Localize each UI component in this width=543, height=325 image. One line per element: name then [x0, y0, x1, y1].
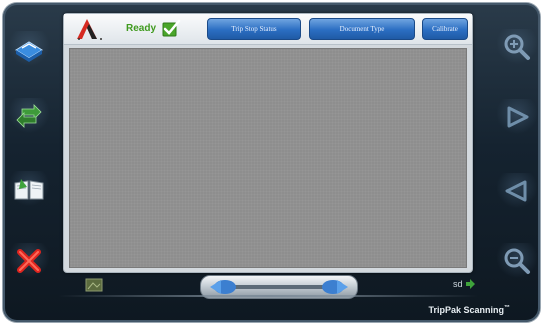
refresh-button[interactable] [9, 98, 49, 134]
open-document-button[interactable] [9, 171, 49, 207]
document-type-button[interactable]: Document Type [309, 18, 415, 40]
sd-card-indicator[interactable]: sd [453, 279, 475, 289]
tripPak-logo-icon [77, 19, 102, 40]
page-progress-track [227, 285, 331, 289]
refresh-icon [16, 104, 42, 128]
forward-arrow-icon [465, 279, 475, 289]
next-page-button[interactable] [497, 99, 537, 135]
ready-check-icon [162, 19, 181, 37]
brand-text: TripPak Scanning [428, 305, 504, 315]
page-left-arrow-icon[interactable] [207, 278, 237, 296]
sd-label: sd [453, 279, 463, 289]
status-label: Ready [126, 23, 157, 34]
scan-preview-panel: Ready Trip Stop Status Document Type Cal… [63, 13, 473, 273]
scanner-icon [15, 41, 43, 62]
tripPak-device-bezel: Ready Trip Stop Status Document Type Cal… [3, 3, 540, 322]
zoom-in-icon [504, 34, 530, 60]
page-right-arrow-icon[interactable] [321, 278, 351, 296]
delete-button[interactable] [9, 243, 49, 279]
previous-page-button[interactable] [497, 173, 537, 209]
next-page-icon [507, 106, 529, 128]
zoom-in-button[interactable] [497, 29, 537, 65]
brand-label: TripPak Scanning™ [428, 305, 510, 315]
zoom-out-icon [504, 248, 530, 274]
calibrate-button[interactable]: Calibrate [422, 18, 468, 40]
panel-toolbar: Ready Trip Stop Status Document Type Cal… [64, 14, 472, 45]
delete-icon [17, 249, 41, 273]
bottom-toolbar: sd [63, 275, 475, 299]
open-book-icon [14, 179, 44, 200]
thumbnail-icon[interactable] [85, 278, 103, 292]
previous-page-icon [505, 180, 527, 202]
scan-button[interactable] [9, 31, 49, 67]
document-preview-area [69, 48, 467, 268]
trip-stop-status-button[interactable]: Trip Stop Status [207, 18, 301, 40]
trademark-symbol: ™ [504, 305, 510, 311]
zoom-out-button[interactable] [497, 243, 537, 279]
bottom-divider [58, 295, 478, 297]
